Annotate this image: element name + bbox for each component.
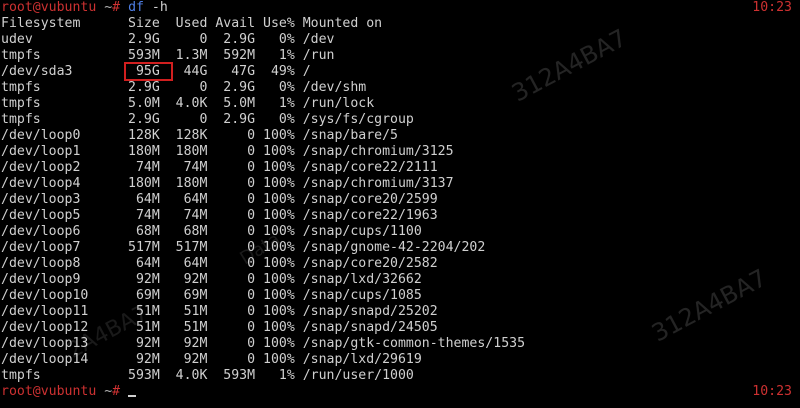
table-row: /dev/loop14 92M 92M 0 100% /snap/lxd/296… [1,352,422,367]
watermark: 312A4BA7 [647,263,772,348]
prompt-symbol: # [112,384,121,399]
prompt-path: ~ [96,0,113,15]
table-row: /dev/loop8 64M 64M 0 100% /snap/core20/2… [1,256,438,271]
prompt-path: ~ [96,384,113,399]
table-row: udev 2.9G 0 2.9G 0% /dev [1,32,335,47]
text-cursor [128,395,137,397]
table-row: /dev/loop13 92M 92M 0 100% /snap/gtk-com… [1,336,526,351]
watermark: 312A4BA7 [507,23,632,108]
table-row: tmpfs 593M 1.3M 592M 1% /run [1,48,335,63]
table-header: Filesystem Size Used Avail Use% Mounted … [1,16,383,31]
table-row: /dev/loop0 128K 128K 0 100% /snap/bare/5 [1,128,398,143]
command-line: root@vubuntu ~# df -h [1,0,168,16]
command-name: df [128,0,144,15]
table-row: /dev/sda3 95G 44G 47G 49% / [1,64,311,79]
table-row: /dev/loop9 92M 92M 0 100% /snap/lxd/3266… [1,272,422,287]
table-row: /dev/loop2 74M 74M 0 100% /snap/core22/2… [1,160,438,175]
clock-top: 10:23 [752,0,792,15]
table-row: /dev/loop11 51M 51M 0 100% /snap/snapd/2… [1,304,438,319]
table-row: tmpfs 5.0M 4.0K 5.0M 1% /run/lock [1,96,375,111]
table-row: /dev/loop10 69M 69M 0 100% /snap/cups/10… [1,288,422,303]
table-row: /dev/loop12 51M 51M 0 100% /snap/snapd/2… [1,320,438,335]
table-row: /dev/loop1 180M 180M 0 100% /snap/chromi… [1,144,454,159]
command-args: -h [143,0,168,15]
table-row: /dev/loop5 74M 74M 0 100% /snap/core22/1… [1,208,438,223]
table-row: tmpfs 2.9G 0 2.9G 0% /dev/shm [1,80,367,95]
table-row: tmpfs 2.9G 0 2.9G 0% /sys/fs/cgroup [1,112,414,127]
prompt-user-host: root@vubuntu [1,384,97,399]
terminal-window[interactable]: root@vubuntu ~# df -h 10:23 Filesystem S… [0,0,800,408]
table-row: /dev/loop7 517M 517M 0 100% /snap/gnome-… [1,240,486,255]
table-row: /dev/loop4 180M 180M 0 100% /snap/chromi… [1,176,454,191]
clock-bottom: 10:23 [752,384,792,399]
prompt-user-host: root@vubuntu [1,0,97,15]
table-row: /dev/loop6 68M 68M 0 100% /snap/cups/110… [1,224,422,239]
final-prompt-line[interactable]: root@vubuntu ~# [1,384,137,400]
table-row: /dev/loop3 64M 64M 0 100% /snap/core20/2… [1,192,438,207]
prompt-symbol: # [112,0,121,15]
table-row: tmpfs 593M 4.0K 593M 1% /run/user/1000 [1,368,414,383]
